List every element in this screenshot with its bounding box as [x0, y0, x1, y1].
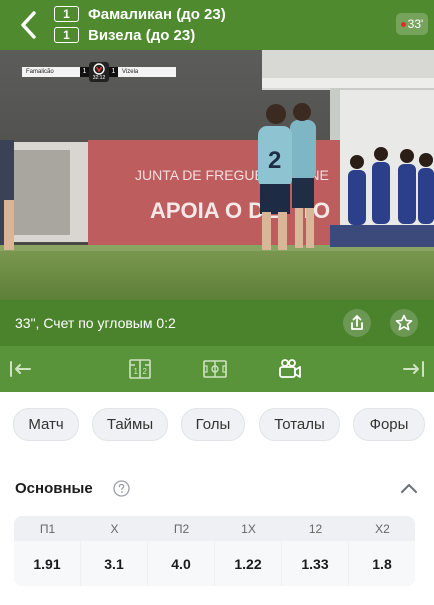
- scorebug-clock: 32:12: [92, 75, 106, 81]
- team-row-home: 1 Фамаликан (до 23): [54, 4, 226, 24]
- odds-cell-12[interactable]: 1.33: [282, 541, 348, 586]
- odds-header-p1: П1: [39, 522, 56, 536]
- next-icon[interactable]: [400, 357, 426, 381]
- favorite-button[interactable]: [390, 309, 418, 337]
- home-score-box: 1: [54, 6, 79, 22]
- share-icon: [351, 315, 363, 330]
- live-dot-icon: [400, 21, 406, 27]
- scorebug-home-team: Famalicão: [22, 67, 80, 77]
- odds-header-1x: 1X: [241, 522, 256, 536]
- odds-cell-x[interactable]: 3.1: [81, 541, 147, 586]
- tab-match[interactable]: Матч: [13, 408, 79, 441]
- odds-table: П1 X П2 1X 12 X2 1.91 3.1 4.0 1.22 1.33 …: [14, 516, 415, 586]
- tab-totals[interactable]: Тоталы: [259, 408, 340, 441]
- logo-mark: [93, 63, 105, 75]
- svg-text:1: 1: [134, 367, 139, 376]
- share-button[interactable]: [343, 309, 371, 337]
- odds-cell-p1[interactable]: 1.91: [14, 541, 80, 586]
- tab-halves[interactable]: Таймы: [92, 408, 168, 441]
- chevron-up-icon[interactable]: [400, 482, 418, 494]
- star-icon: [395, 314, 413, 331]
- odds-cell-x2[interactable]: 1.8: [349, 541, 415, 586]
- odds-cell-p2[interactable]: 4.0: [148, 541, 214, 586]
- odds-header-x: X: [110, 522, 119, 536]
- match-status-text: 33", Счет по угловым 0:2: [15, 315, 176, 331]
- section-title: Основные: [15, 480, 93, 497]
- match-nav-bar: 1 2: [0, 346, 434, 392]
- match-header: 1 Фамаликан (до 23) 1 Визела (до 23) 33': [0, 0, 434, 50]
- odds-cell-1x[interactable]: 1.22: [215, 541, 281, 586]
- team-row-away: 1 Визела (до 23): [54, 25, 195, 45]
- away-score-box: 1: [54, 27, 79, 43]
- field-icon[interactable]: [202, 357, 228, 381]
- video-frame: JUNTA DE FREGUE ANE APOIA O DE TO: [0, 50, 434, 300]
- lineup-icon[interactable]: 1 2: [127, 357, 153, 381]
- back-arrow-icon[interactable]: [14, 8, 44, 42]
- odds-header-12: 12: [308, 522, 323, 536]
- prev-icon[interactable]: [8, 357, 34, 381]
- away-team-name: Визела (до 23): [88, 26, 196, 44]
- banner-text: JUNTA DE FREGUE: [135, 167, 264, 183]
- scorebug-away-score: 1: [109, 67, 118, 77]
- match-info-bar: 33", Счет по угловым 0:2: [0, 300, 434, 346]
- broadcast-scorebug: Famalicão 1 32:12 1 Vizela: [22, 62, 176, 82]
- svg-text:2: 2: [143, 367, 148, 376]
- player-number: 2: [268, 147, 281, 174]
- odds-header-p2: П2: [173, 522, 190, 536]
- video-camera-icon[interactable]: [277, 357, 303, 381]
- scorebug-away-team: Vizela: [118, 67, 176, 77]
- market-tabs: Матч Таймы Голы Тоталы Форы: [0, 408, 434, 442]
- live-minute-badge: 33': [396, 13, 428, 35]
- tab-goals[interactable]: Голы: [181, 408, 245, 441]
- tab-handicaps[interactable]: Форы: [353, 408, 425, 441]
- odds-header-x2: X2: [375, 522, 390, 536]
- scorebug-home-score: 1: [80, 67, 89, 77]
- live-video-player[interactable]: JUNTA DE FREGUE ANE APOIA O DE TO: [0, 50, 434, 300]
- home-team-name: Фамаликан (до 23): [88, 5, 226, 23]
- broadcast-logo-icon: 32:12: [89, 62, 109, 82]
- live-minute-text: 33': [407, 17, 424, 31]
- help-icon[interactable]: [113, 480, 130, 497]
- banner-big-text: APOIA O DE: [150, 198, 279, 223]
